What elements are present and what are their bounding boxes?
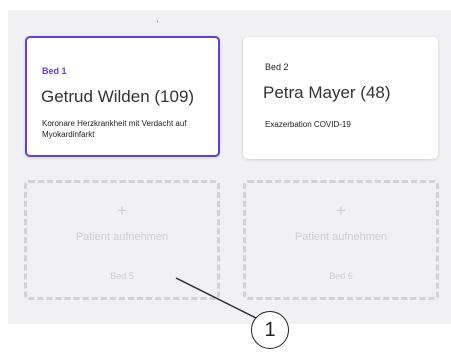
bed-label: Bed 2 [265, 62, 289, 72]
patient-diagnosis: Koronare Herzkrankheit mit Verdacht auf … [42, 119, 187, 139]
admit-patient-label: Patient aufnehmen [75, 231, 169, 243]
plus-icon: + [336, 201, 346, 220]
bed-label: Bed 1 [42, 66, 67, 76]
bed-overview-panel: Bed 1 Getrud Wilden (109) Koronare Herzk… [8, 10, 451, 324]
patient-diagnosis: Exazerbation COVID-19 [265, 120, 351, 129]
empty-bed-slot-5[interactable]: + Patient aufnehmen Bed 5 [24, 180, 220, 300]
divider-tick [157, 20, 158, 23]
bed-label: Bed 6 [329, 271, 353, 281]
bed-card-2[interactable]: Bed 2 Petra Mayer (48) Exazerbation COVI… [243, 37, 438, 159]
bed-label: Bed 5 [110, 271, 134, 281]
bed-card-1[interactable]: Bed 1 Getrud Wilden (109) Koronare Herzk… [25, 36, 220, 157]
plus-icon: + [117, 201, 127, 220]
callout-number-badge: 1 [251, 311, 289, 349]
patient-name: Getrud Wilden (109) [41, 87, 195, 106]
admit-patient-label: Patient aufnehmen [294, 231, 388, 243]
empty-bed-slot-6[interactable]: + Patient aufnehmen Bed 6 [243, 180, 439, 300]
patient-name: Petra Mayer (48) [263, 83, 391, 102]
